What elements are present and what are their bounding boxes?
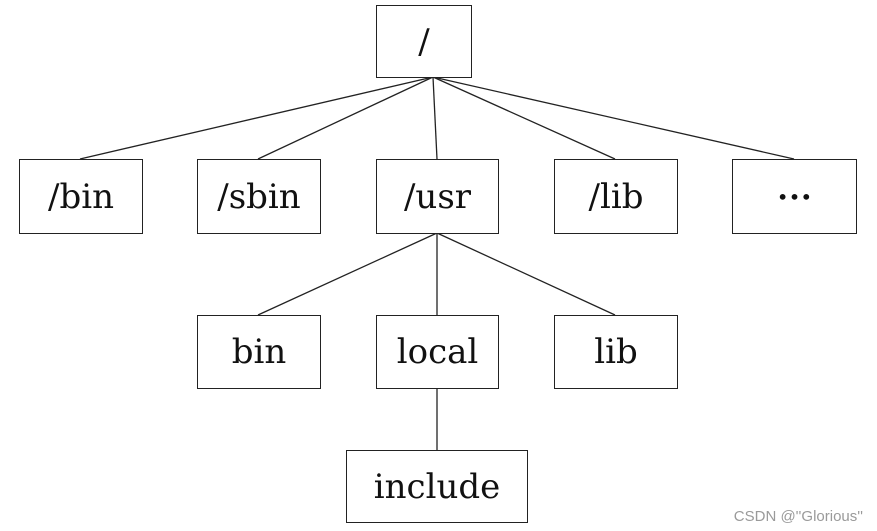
- edge-usr-lib: [436, 232, 616, 316]
- node-bin: /bin: [19, 159, 143, 234]
- node-sbin: /sbin: [197, 159, 321, 234]
- edge-root-more: [432, 76, 795, 160]
- node-usr-local: local: [376, 315, 499, 389]
- directory-tree-diagram: / /bin /sbin /usr /lib ••• bin local lib…: [0, 0, 877, 531]
- edge-root-usr: [432, 76, 438, 160]
- node-include: include: [346, 450, 528, 523]
- node-usr-bin: bin: [197, 315, 321, 389]
- node-more: •••: [732, 159, 857, 234]
- node-lib: /lib: [554, 159, 678, 234]
- node-usr-lib: lib: [554, 315, 678, 389]
- edge-usr-bin: [257, 232, 438, 316]
- watermark: CSDN @''Glorious'': [733, 508, 863, 525]
- edge-root-sbin: [257, 76, 434, 160]
- edge-root-bin: [79, 76, 434, 160]
- node-root: /: [376, 5, 472, 78]
- node-usr: /usr: [376, 159, 499, 234]
- edge-root-lib: [432, 76, 616, 160]
